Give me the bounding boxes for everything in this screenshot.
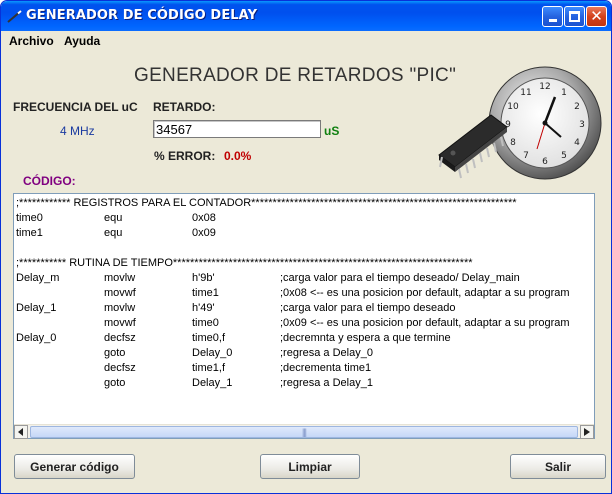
code-label-cell: Delay_m [16,272,60,284]
code-line: Delay_0 decfsz time0,f ;decremnta y espera … [16,331,594,346]
code-comment-cell: ;regresa a Delay_0 [280,347,373,359]
svg-text:5: 5 [561,151,567,161]
delay-label: RETARDO: [153,100,216,114]
code-line: movwf time1 ;0x08 <-- es una posicion por … [16,286,594,301]
svg-text:12: 12 [539,82,550,92]
code-operand-cell: 0x08 [192,212,216,224]
title-bar[interactable]: GENERADOR DE CÓDIGO DELAY ✕ [1,1,611,31]
svg-text:10: 10 [507,102,519,112]
code-line: movwf time0 ;0x09 <-- es una posicion por … [16,316,594,331]
page-title: GENERADOR DE RETARDOS "PIC" [134,65,457,86]
code-comment-cell: ;decrementa time1 [280,362,372,374]
horizontal-scrollbar[interactable]: ||| [14,424,594,439]
code-label-cell: Delay_1 [16,302,57,314]
generate-code-button[interactable]: Generar código [14,454,135,479]
code-comment-cell: ;0x09 <-- es una posicion por default, a… [280,317,570,329]
code-textarea[interactable]: ;************ REGISTROS PARA EL CONTADOR… [13,193,595,439]
code-opcode-cell: decfsz [104,362,136,374]
code-opcode-cell: equ [104,227,123,239]
code-comment-cell: ;carga valor para el tiempo deseado/ Del… [280,272,520,284]
arrow-right-icon [584,428,590,436]
code-comment-cell: ;regresa a Delay_1 [280,377,373,389]
code-opcode-cell: movlw [104,272,136,284]
code-line: ;*********** RUTINA DE TIEMPO***********… [16,256,594,271]
svg-text:8: 8 [510,138,516,148]
code-opcode-cell: decfsz [104,332,136,344]
code-line: decfsz time1,f ;decrementa time1 [16,361,594,376]
close-icon: ✕ [590,7,603,25]
code-opcode-cell: goto [104,347,126,359]
grip-icon: ||| [301,427,307,437]
delay-unit: uS [324,124,340,138]
svg-text:6: 6 [542,157,548,167]
error-label: % ERROR: [154,149,216,163]
minimize-button[interactable] [542,6,563,27]
pic-chip-clock-illustration: 12 1 2 3 4 5 6 7 8 9 10 11 [438,66,602,180]
code-line-text: ;************ REGISTROS PARA EL CONTADOR… [16,197,517,209]
menu-archivo[interactable]: Archivo [9,34,54,48]
code-operand-cell: Delay_0 [192,347,233,359]
code-line: Delay_m movlw h'9b' ;carga valor para el ti… [16,271,594,286]
code-opcode-cell: goto [104,377,126,389]
exit-button[interactable]: Salir [510,454,606,479]
code-comment-cell: ;decremnta y espera a que termine [280,332,451,344]
code-line: Delay_1 movlw h'49' ;carga valor para el ti… [16,301,594,316]
code-opcode-cell: movwf [104,287,136,299]
code-label: CÓDIGO: [23,174,76,188]
code-operand-cell: Delay_1 [192,377,233,389]
code-line-text: ;*********** RUTINA DE TIEMPO***********… [16,257,473,269]
svg-text:1: 1 [561,88,567,98]
clear-button[interactable]: Limpiar [260,454,360,479]
maximize-icon [569,11,580,22]
app-window: GENERADOR DE CÓDIGO DELAY ✕ Archivo Ayud… [0,0,612,494]
menu-ayuda[interactable]: Ayuda [64,34,100,48]
code-line: goto Delay_1 ;regresa a Delay_1 [16,376,594,391]
error-value: 0.0% [224,149,252,163]
code-line: ;************ REGISTROS PARA EL CONTADOR… [16,196,594,211]
window-title: GENERADOR DE CÓDIGO DELAY [26,8,258,23]
arrow-left-icon [18,428,23,436]
maximize-button[interactable] [564,6,585,27]
code-operand-cell: time0 [192,317,219,329]
code-operand-cell: h'9b' [192,272,215,284]
code-opcode-cell: movlw [104,302,136,314]
code-comment-cell: ;0x08 <-- es una posicion por default, a… [280,287,570,299]
scroll-left-button[interactable] [14,425,28,439]
code-content: ;************ REGISTROS PARA EL CONTADOR… [14,194,594,424]
code-opcode-cell: equ [104,212,123,224]
code-operand-cell: time1 [192,287,219,299]
code-operand-cell: 0x09 [192,227,216,239]
frequency-label: FRECUENCIA DEL uC [13,100,138,114]
code-opcode-cell: movwf [104,317,136,329]
svg-text:4: 4 [574,138,580,148]
code-label-cell: time0 [16,212,43,224]
svg-text:11: 11 [520,88,531,98]
svg-text:2: 2 [574,102,580,112]
code-operand-cell: h'49' [192,302,215,314]
code-label-cell: Delay_0 [16,332,57,344]
delay-input[interactable] [153,120,321,138]
frequency-value: 4 MHz [60,124,95,138]
code-line: time1 equ 0x09 [16,226,594,241]
scroll-right-button[interactable] [580,425,594,439]
scrollbar-thumb[interactable]: ||| [30,426,578,438]
menu-bar: Archivo Ayuda [1,31,611,51]
code-line: time0 equ 0x08 [16,211,594,226]
wand-icon [7,10,22,23]
code-comment-cell: ;carga valor para el tiempo deseado [280,302,456,314]
minimize-icon [548,19,557,22]
code-operand-cell: time0,f [192,332,226,344]
close-button[interactable]: ✕ [586,6,607,27]
code-label-cell: time1 [16,227,43,239]
svg-text:3: 3 [579,120,585,130]
code-line: goto Delay_0 ;regresa a Delay_0 [16,346,594,361]
code-operand-cell: time1,f [192,362,226,374]
svg-text:7: 7 [523,151,529,161]
